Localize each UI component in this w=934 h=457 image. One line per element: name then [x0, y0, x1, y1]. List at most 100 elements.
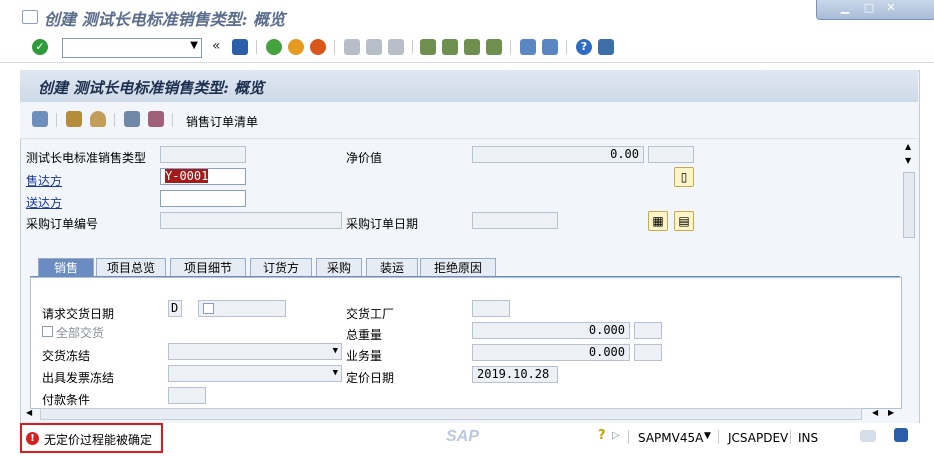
lock-icon[interactable] [894, 428, 908, 442]
window-controls: ▁ □ ✕ [816, 0, 934, 20]
screen-title: 创建 测试长电标准销售类型: 概览 [38, 79, 264, 97]
command-field[interactable]: ▼ [62, 38, 202, 58]
po-date-label: 采购订单日期 [346, 217, 419, 231]
document-flow-icon[interactable] [124, 111, 140, 127]
pricing-date-label: 定价日期 [346, 371, 395, 385]
first-page-icon[interactable] [420, 39, 436, 55]
tab-shipping[interactable]: 装运 [366, 258, 418, 277]
chevron-down-icon[interactable]: ▼ [190, 40, 198, 51]
scroll-down-icon[interactable]: ▼ [905, 156, 911, 165]
chevron-down-icon[interactable]: ▼ [333, 366, 338, 381]
complete-delivery-checkbox[interactable] [42, 326, 53, 337]
po-number-field[interactable] [160, 212, 342, 229]
req-delivery-date-type[interactable]: D [168, 300, 182, 317]
tab-ordering-party[interactable]: 订货方 [250, 258, 312, 277]
cancel-icon[interactable] [310, 39, 326, 55]
status-message-box[interactable]: ! 无定价过程能被确定 [20, 423, 163, 453]
po-date-field[interactable] [472, 212, 558, 229]
new-document-icon[interactable]: ▯ [674, 167, 694, 187]
scrollbar-thumb[interactable] [903, 172, 915, 238]
sold-to-field[interactable]: Y-0001 [160, 168, 246, 185]
total-weight-field: 0.000 [472, 322, 630, 339]
net-value-label: 净价值 [346, 151, 383, 165]
toolbar-separator [114, 113, 115, 127]
error-icon: ! [26, 432, 39, 445]
sold-to-label[interactable]: 售达方 [26, 172, 62, 189]
payment-terms-label: 付款条件 [42, 393, 91, 407]
currency-field [648, 146, 694, 163]
close-icon[interactable]: ✕ [883, 1, 899, 15]
back-history-icon[interactable]: « [212, 38, 221, 54]
tab-item-overview[interactable]: 项目总览 [96, 258, 166, 277]
window-title: 创建 测试长电标准销售类型: 概览 [44, 10, 286, 29]
print-preview-icon[interactable]: ▤ [674, 211, 694, 231]
check-icon[interactable]: ✓ [32, 39, 48, 55]
delivering-plant-label: 交货工厂 [346, 307, 395, 321]
help-icon[interactable]: ? [576, 39, 592, 55]
window-title-bar: 创建 测试长电标准销售类型: 概览 [0, 0, 934, 32]
scroll-up-icon[interactable]: ▲ [905, 142, 911, 151]
find-icon[interactable] [366, 39, 382, 55]
pricing-date-field[interactable]: 2019.10.28 [472, 366, 558, 383]
program-name: SAPMV45A [638, 431, 704, 445]
billing-block-label: 出具发票冻结 [42, 371, 115, 385]
help-icon[interactable]: ? [598, 428, 606, 443]
tab-procurement[interactable]: 采购 [316, 258, 362, 277]
sales-tab-panel [30, 277, 902, 409]
header-details-icon[interactable] [66, 111, 82, 127]
volume-label: 业务量 [346, 349, 383, 363]
req-delivery-date-field[interactable] [198, 300, 286, 317]
tab-sales[interactable]: 销售 [38, 258, 94, 277]
display-document-icon[interactable] [32, 111, 48, 127]
save-icon[interactable] [232, 39, 248, 55]
po-number-label: 采购订单编号 [26, 217, 99, 231]
payment-terms-field[interactable] [168, 387, 206, 404]
incompletion-log-icon[interactable] [148, 111, 164, 127]
billing-block-select[interactable]: ▼ [168, 365, 342, 382]
complete-delivery-label: 全部交货 [56, 326, 105, 340]
tab-rejection-reason[interactable]: 拒绝原因 [420, 258, 496, 277]
order-type-label: 测试长电标准销售类型 [26, 151, 147, 165]
print-icon[interactable] [344, 39, 360, 55]
net-value-field: 0.00 [472, 146, 644, 163]
volume-field: 0.000 [472, 344, 630, 361]
toolbar-separator [510, 40, 511, 54]
previous-page-icon[interactable] [442, 39, 458, 55]
scroll-left-icon[interactable]: ◀ [26, 408, 32, 417]
system-name: JCSAPDEV [728, 431, 789, 445]
chevron-down-icon[interactable]: ▼ [704, 431, 711, 441]
create-session-icon[interactable] [520, 39, 536, 55]
status-separator [628, 430, 629, 444]
ship-to-field[interactable] [160, 190, 246, 207]
weight-unit-field [634, 322, 662, 339]
sap-logo: SAP [446, 428, 479, 445]
exit-icon[interactable] [288, 39, 304, 55]
date-checkbox-icon [203, 303, 214, 314]
order-list-button[interactable]: 销售订单清单 [186, 113, 258, 130]
chevron-down-icon[interactable]: ▼ [333, 344, 338, 359]
tab-item-detail[interactable]: 项目细节 [170, 258, 246, 277]
last-page-icon[interactable] [486, 39, 502, 55]
ship-to-label[interactable]: 送达方 [26, 194, 62, 211]
back-icon[interactable] [266, 39, 282, 55]
business-partner-icon[interactable] [90, 111, 106, 127]
delivering-plant-field[interactable] [472, 300, 510, 317]
next-page-icon[interactable] [464, 39, 480, 55]
shortcut-icon[interactable] [542, 39, 558, 55]
status-separator [718, 430, 719, 444]
find-next-icon[interactable] [388, 39, 404, 55]
status-message: 无定价过程能被确定 [44, 433, 153, 447]
toolbar-separator [256, 40, 257, 54]
scroll-right-icon[interactable]: ▶ [888, 408, 894, 417]
customize-layout-icon[interactable] [598, 39, 614, 55]
horizontal-scrollbar[interactable] [40, 408, 862, 420]
screen-header: 创建 测试长电标准销售类型: 概览 [20, 70, 918, 102]
play-icon[interactable]: ▷ [612, 430, 620, 441]
req-delivery-date-label: 请求交货日期 [42, 307, 115, 321]
calendar-icon[interactable]: ▦ [648, 211, 668, 231]
toolbar-separator [412, 40, 413, 54]
minimize-icon[interactable]: ▁ [837, 1, 853, 15]
scroll-left-icon[interactable]: ◀ [872, 408, 878, 417]
maximize-icon[interactable]: □ [861, 1, 877, 15]
delivery-block-select[interactable]: ▼ [168, 343, 342, 360]
